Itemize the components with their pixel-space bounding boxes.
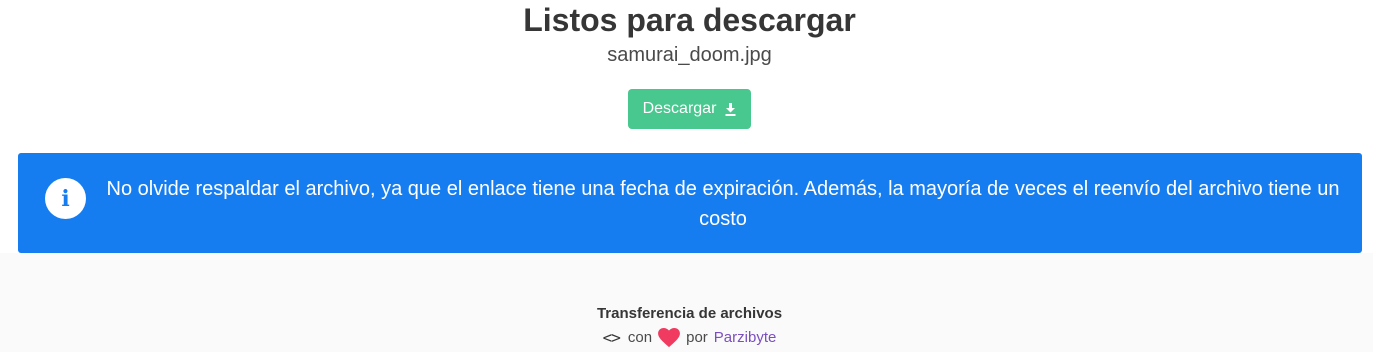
footer-con-text: con: [627, 329, 653, 346]
page: Listos para descargar samurai_doom.jpg D…: [0, 0, 1373, 352]
footer: Transferencia de archivos <> con por Par…: [0, 253, 1373, 352]
download-icon: [725, 102, 736, 116]
footer-title: Transferencia de archivos: [596, 305, 783, 322]
download-section: Listos para descargar samurai_doom.jpg D…: [0, 0, 1373, 253]
footer-credit: <> con por Parzibyte: [0, 328, 1373, 348]
author-link[interactable]: Parzibyte: [714, 328, 777, 348]
download-button-label: Descargar: [642, 100, 717, 117]
file-name: samurai_doom.jpg: [607, 44, 772, 66]
heart-icon: [658, 328, 681, 348]
footer-por-text: por: [686, 329, 708, 346]
info-icon: i: [45, 178, 86, 219]
download-button[interactable]: Descargar: [628, 89, 751, 129]
page-title: Listos para descargar: [523, 2, 856, 38]
code-icon: <>: [602, 328, 621, 347]
notice-text: No olvide respaldar el archivo, ya que e…: [106, 178, 1340, 230]
info-notice: i No olvide respaldar el archivo, ya que…: [18, 153, 1362, 253]
